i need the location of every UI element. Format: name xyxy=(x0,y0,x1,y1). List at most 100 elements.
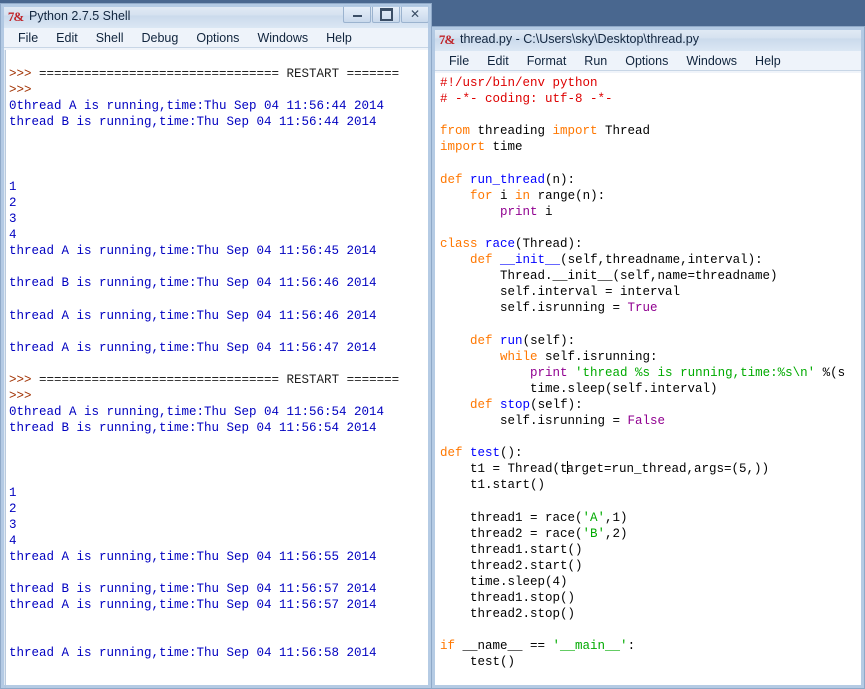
shell-menu-item-shell[interactable]: Shell xyxy=(87,30,133,46)
code-token-plain: thread2.start() xyxy=(440,558,583,573)
python-shell-window[interactable]: 7& Python 2.7.5 Shell ✕ File Edit Shell Deb… xyxy=(0,3,432,689)
editor-menu-item-help[interactable]: Help xyxy=(746,53,790,69)
code-token-plain: self.isrunning: xyxy=(537,349,658,364)
code-token-plain: t1.start() xyxy=(440,478,546,493)
shell-prompt-line: >>> xyxy=(9,82,427,98)
editor-code-line: thread1 = race('A',1) xyxy=(440,510,864,526)
shell-menu-item-debug[interactable]: Debug xyxy=(133,30,188,46)
shell-output-line: 3 xyxy=(9,211,17,226)
editor-code-text[interactable]: #!/usr/bin/env python # -*- coding: utf-8… xyxy=(440,75,864,688)
code-token-plain: self.isrunning = xyxy=(440,413,628,428)
shell-output-line: thread B is running,time:Thu Sep 04 11:5… xyxy=(9,582,377,597)
editor-code-line: from threading import Thread xyxy=(440,123,864,139)
shell-blank-line xyxy=(9,163,427,179)
python-editor-window[interactable]: 7& thread.py - C:\Users\sky\Desktop\thre… xyxy=(431,26,865,689)
shell-output-line: 3 xyxy=(9,517,17,532)
editor-menu-item-file[interactable]: File xyxy=(440,53,478,69)
shell-menu-item-help[interactable]: Help xyxy=(317,30,361,46)
code-token-comment: #!/usr/bin/env python xyxy=(440,76,598,90)
code-token-def: __init__ xyxy=(500,253,561,268)
editor-menu-item-options[interactable]: Options xyxy=(616,53,677,69)
code-token-plain: time.sleep(self.interval) xyxy=(440,381,718,396)
editor-menu-item-format[interactable]: Format xyxy=(518,53,576,69)
editor-code-line: def stop(self): xyxy=(440,397,864,413)
code-token-kw: def xyxy=(470,397,493,412)
editor-menu-item-windows[interactable]: Windows xyxy=(677,53,746,69)
code-token-def: test xyxy=(470,446,501,461)
shell-menu-item-edit[interactable]: Edit xyxy=(47,30,87,46)
maximize-button[interactable] xyxy=(372,5,400,23)
shell-output-text[interactable]: thread A is running,time:Thu Sep 04 11:5… xyxy=(9,50,427,688)
code-token-builtin: True xyxy=(627,301,658,316)
code-token-kw: from xyxy=(440,124,471,139)
editor-code-line: thread1.start() xyxy=(440,542,864,558)
editor-code-line: thread2.start() xyxy=(440,558,864,574)
code-token-builtin: print xyxy=(530,365,568,380)
code-token-plain: (n): xyxy=(545,172,576,187)
editor-blank-line xyxy=(440,493,864,509)
close-button[interactable]: ✕ xyxy=(401,5,429,23)
shell-output-pane[interactable]: thread A is running,time:Thu Sep 04 11:5… xyxy=(1,50,431,688)
editor-code-pane[interactable]: #!/usr/bin/env python # -*- coding: utf-8… xyxy=(432,73,864,688)
shell-blank-line xyxy=(9,130,427,146)
editor-menu-item-edit[interactable]: Edit xyxy=(478,53,518,69)
editor-blank-line xyxy=(440,155,864,171)
code-token-str: 'thread %s is running,time:%s\n' xyxy=(575,365,816,380)
shell-restart-banner: ================================ RESTART… xyxy=(39,67,400,82)
shell-menubar[interactable]: File Edit Shell Debug Options Windows Help xyxy=(1,28,431,48)
minimize-button[interactable] xyxy=(343,5,371,23)
code-token-plain: arget=run_thread,args=(5,)) xyxy=(566,462,770,477)
code-token-kw: def xyxy=(470,333,493,348)
shell-titlebar[interactable]: 7& Python 2.7.5 Shell ✕ xyxy=(1,4,431,28)
code-token-plain: test() xyxy=(440,655,516,670)
editor-code-line: for i in range(n): xyxy=(440,188,864,204)
code-token-plain: self.interval = interval xyxy=(440,285,681,300)
shell-output-line: thread A is running,time:Thu Sep 04 11:5… xyxy=(9,340,377,355)
shell-prompt: >>> xyxy=(9,372,40,387)
code-token-str: 'B' xyxy=(582,526,606,541)
code-token-plain: (self): xyxy=(530,397,583,412)
code-token-plain: (): xyxy=(500,446,523,461)
editor-titlebar[interactable]: 7& thread.py - C:\Users\sky\Desktop\thre… xyxy=(432,27,864,51)
code-token-comment: # -*- coding: utf-8 -*- xyxy=(440,92,613,107)
code-token-plain: (self,threadname,interval): xyxy=(560,253,763,268)
shell-menu-item-options[interactable]: Options xyxy=(187,30,248,46)
python-idle-icon: 7& xyxy=(7,8,24,24)
shell-blank-line xyxy=(9,259,427,275)
editor-code-line: t1.start() xyxy=(440,477,864,493)
shell-window-buttons[interactable]: ✕ xyxy=(343,5,429,23)
shell-blank-line xyxy=(9,613,427,629)
code-token-def: run xyxy=(500,333,523,348)
editor-menu-item-run[interactable]: Run xyxy=(575,53,616,69)
shell-output-line: thread A is running,time:Thu Sep 04 11:5… xyxy=(9,598,377,613)
shell-output-line: thread A is running,time:Thu Sep 04 11:5… xyxy=(9,308,377,323)
editor-code-line: def run_thread(n): xyxy=(440,172,864,188)
editor-code-line: Thread.__init__(self,name=threadname) xyxy=(440,268,864,284)
editor-blank-line xyxy=(440,429,864,445)
editor-menubar[interactable]: File Edit Format Run Options Windows Help xyxy=(432,51,864,71)
code-token-def: stop xyxy=(500,397,531,412)
shell-title: Python 2.7.5 Shell xyxy=(29,9,131,23)
code-token-builtin: False xyxy=(627,413,666,428)
shell-menu-item-file[interactable]: File xyxy=(9,30,47,46)
editor-code-line: t1 = Thread(target=run_thread,args=(5,)) xyxy=(440,461,864,477)
shell-output-line: 1 xyxy=(9,179,17,194)
code-token-plain: thread2 = race( xyxy=(440,526,583,541)
shell-prompt: >>> xyxy=(9,388,40,403)
editor-code-line: test() xyxy=(440,654,864,670)
shell-output-line: 0thread A is running,time:Thu Sep 04 11:… xyxy=(9,99,385,114)
code-token-plain: t1 = Thread(t xyxy=(440,462,568,477)
code-token-plain: self.isrunning = xyxy=(440,301,628,316)
code-token-plain: : xyxy=(627,639,636,654)
editor-code-line: def test(): xyxy=(440,445,864,461)
editor-code-line: #!/usr/bin/env python xyxy=(440,75,864,91)
shell-blank-line xyxy=(9,147,427,163)
shell-menu-item-windows[interactable]: Windows xyxy=(248,30,317,46)
code-token-str: 'A' xyxy=(582,510,606,525)
editor-code-line: time.sleep(4) xyxy=(440,574,864,590)
